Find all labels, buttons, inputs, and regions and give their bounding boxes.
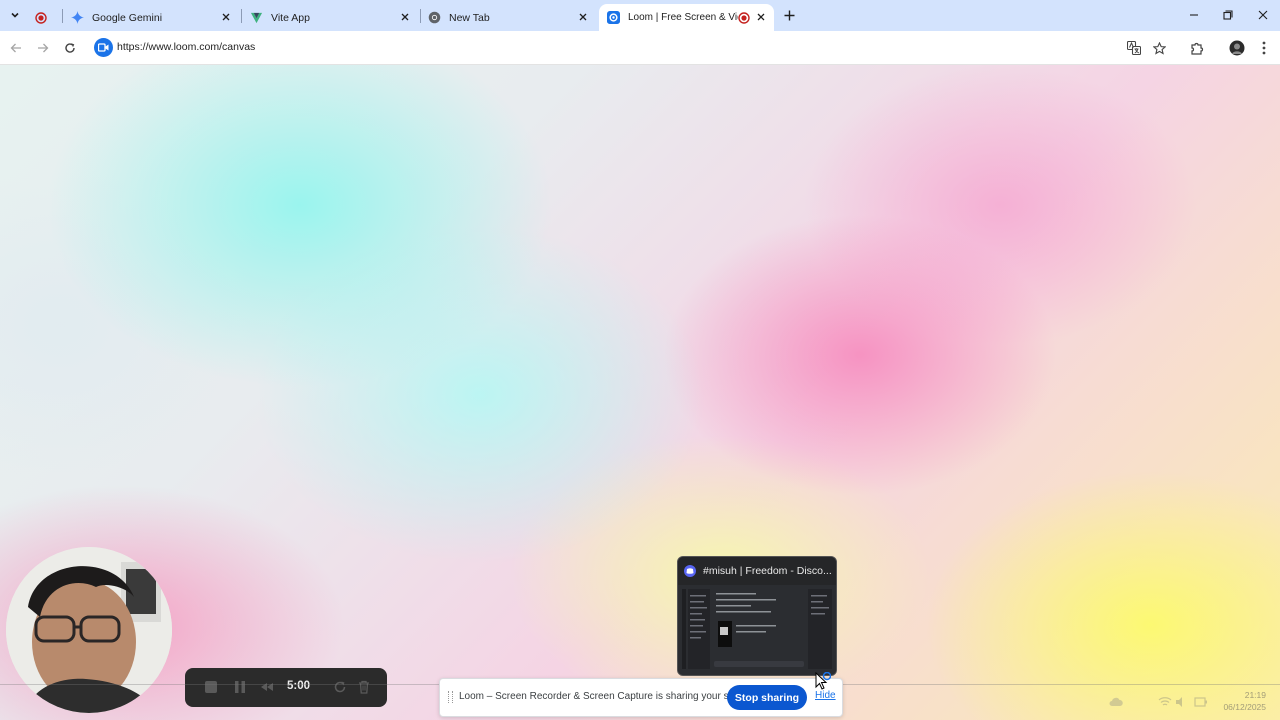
sharing-message: Loom – Screen Recorder & Screen Capture … <box>459 691 757 702</box>
clock-time: 21:19 <box>1244 690 1266 700</box>
reload-icon <box>65 43 75 53</box>
tab-recording[interactable] <box>34 4 64 31</box>
tab-title: New Tab <box>449 11 490 24</box>
tab-vite-app[interactable]: Vite App <box>249 4 419 31</box>
more-vertical-icon <box>1262 41 1266 55</box>
trash-icon <box>359 680 369 694</box>
tab-separator <box>241 9 242 23</box>
speaker-icon <box>1175 695 1189 707</box>
stop-square-icon <box>205 681 217 693</box>
preview-title: #misuh | Freedom - Disco... <box>703 565 832 577</box>
browser-window: Google Gemini Vite App New Tab Loom | Fr… <box>0 0 1280 720</box>
tab-strip: Google Gemini Vite App New Tab Loom | Fr… <box>0 0 1280 31</box>
discord-window-thumbnail <box>678 585 836 675</box>
discord-icon <box>684 565 696 577</box>
tab-new-tab[interactable]: New Tab <box>427 4 597 31</box>
rewind-button[interactable] <box>257 677 277 697</box>
stop-sharing-button[interactable]: Stop sharing <box>727 685 807 710</box>
tab-google-gemini[interactable]: Google Gemini <box>70 4 240 31</box>
profile-button[interactable] <box>1226 37 1248 59</box>
cloud-icon <box>1109 695 1123 707</box>
restore-button[interactable] <box>1213 4 1243 26</box>
forward-button[interactable] <box>32 37 54 59</box>
close-tab-icon[interactable] <box>218 9 234 25</box>
restart-button[interactable] <box>330 677 350 697</box>
vite-icon <box>249 11 263 25</box>
preview-header: #misuh | Freedom - Disco... <box>678 557 836 585</box>
close-icon <box>1258 10 1268 20</box>
close-tab-icon[interactable] <box>397 9 413 25</box>
wifi-icon <box>1158 695 1172 707</box>
tab-preview-popup[interactable]: #misuh | Freedom - Disco... <box>677 556 837 676</box>
bookmark-button[interactable] <box>1148 37 1170 59</box>
minimize-button[interactable] <box>1179 4 1209 26</box>
close-tab-icon[interactable] <box>575 9 591 25</box>
url-text: https://www.loom.com/canvas <box>117 41 256 53</box>
stop-recording-button[interactable] <box>201 677 221 697</box>
mouse-cursor-icon <box>815 672 831 690</box>
close-window-button[interactable] <box>1248 4 1278 26</box>
back-button[interactable] <box>5 37 27 59</box>
screen-sharing-bar: Loom – Screen Recorder & Screen Capture … <box>439 678 843 717</box>
arrow-left-icon <box>10 43 21 53</box>
tab-title: Vite App <box>271 11 310 24</box>
delete-button[interactable] <box>354 677 374 697</box>
tab-separator <box>62 9 63 23</box>
chrome-icon <box>427 11 441 25</box>
menu-button[interactable] <box>1253 37 1275 59</box>
browser-toolbar: https://www.loom.com/canvas <box>0 31 1280 65</box>
tab-title: Loom | Free Screen & Video <box>628 12 738 23</box>
recording-dot-icon <box>737 11 751 25</box>
plus-icon <box>784 10 794 20</box>
gemini-icon <box>70 11 84 25</box>
arrow-right-icon <box>38 43 49 53</box>
webcam-person-image <box>6 547 172 713</box>
battery-icon <box>1194 695 1208 707</box>
puzzle-icon <box>1191 42 1204 55</box>
restart-icon <box>334 681 346 693</box>
loom-canvas <box>0 65 1280 720</box>
avatar-icon <box>1229 40 1245 56</box>
pause-button[interactable] <box>230 677 250 697</box>
loom-icon <box>606 11 620 25</box>
star-icon <box>1152 41 1166 55</box>
translate-button[interactable] <box>1123 37 1145 59</box>
close-tab-icon[interactable] <box>753 9 769 25</box>
pause-icon <box>235 681 245 693</box>
restore-icon <box>1223 10 1233 20</box>
reload-button[interactable] <box>59 37 81 59</box>
extensions-button[interactable] <box>1186 37 1208 59</box>
tab-title: Google Gemini <box>92 11 163 24</box>
taskbar-clock: 21:19 06/12/2025 <box>1214 689 1266 713</box>
chevron-down-icon <box>11 12 19 18</box>
loom-recording-controls: 5:00 <box>185 668 387 707</box>
tab-separator <box>420 9 421 23</box>
recording-dot-icon <box>34 11 48 25</box>
tab-search-button[interactable] <box>4 5 26 25</box>
webcam-bubble[interactable] <box>6 547 172 713</box>
new-tab-button[interactable] <box>780 6 798 24</box>
clock-date: 06/12/2025 <box>1223 702 1266 712</box>
recording-timer: 5:00 <box>287 680 311 692</box>
address-bar[interactable]: https://www.loom.com/canvas <box>90 35 1180 60</box>
tab-loom[interactable]: Loom | Free Screen & Video <box>599 4 774 31</box>
minimize-icon <box>1190 14 1198 16</box>
translate-icon <box>1127 41 1141 55</box>
site-info-icon[interactable] <box>94 38 113 57</box>
drag-handle-icon[interactable] <box>448 691 453 703</box>
